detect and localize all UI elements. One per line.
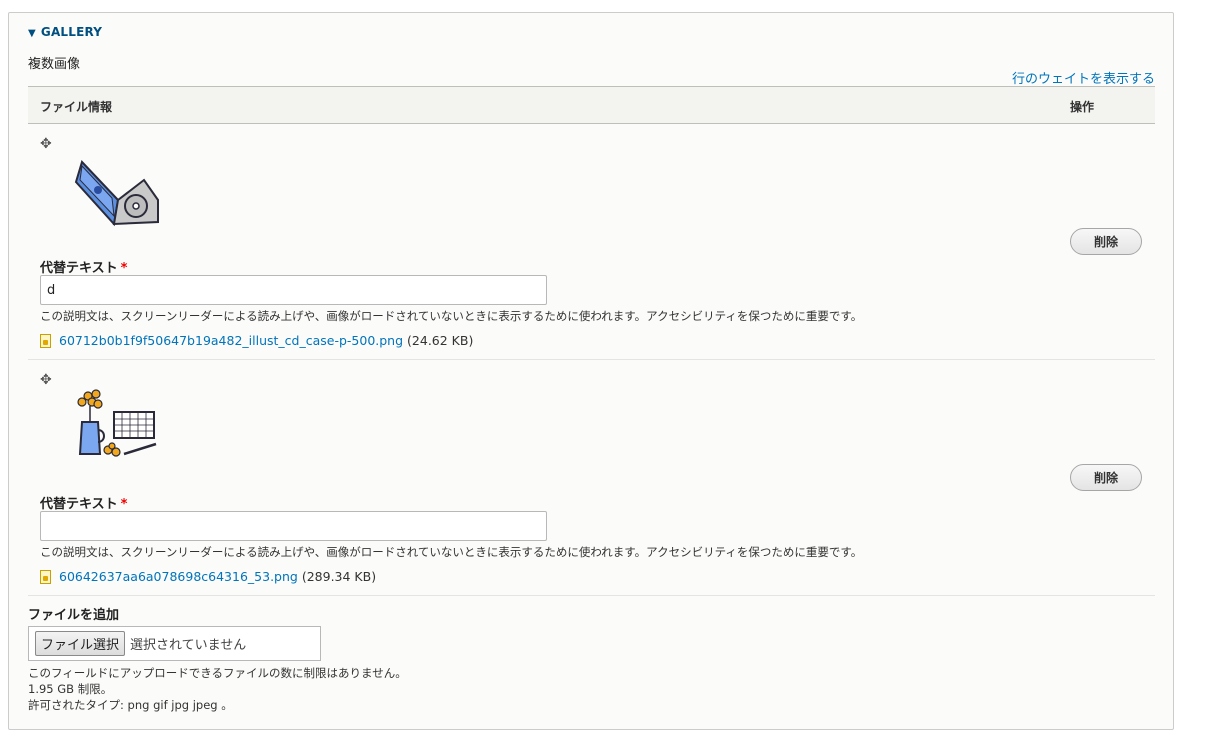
upload-help: このフィールドにアップロードできるファイルの数に制限はありません。 1.95 G… — [28, 665, 407, 713]
delete-button[interactable]: 削除 — [1070, 464, 1142, 491]
choose-file-button[interactable]: ファイル選択 — [35, 631, 126, 656]
no-file-selected-text: 選択されていません — [130, 638, 247, 653]
delete-button[interactable]: 削除 — [1070, 228, 1142, 255]
column-header-file-info: ファイル情報 — [40, 100, 113, 114]
required-marker: * — [120, 497, 128, 512]
drag-handle-icon[interactable]: ✥ — [40, 137, 52, 151]
flower-vase-thumbnail — [77, 389, 157, 457]
alt-text-label: 代替テキスト * — [40, 493, 127, 512]
file-upload-widget[interactable]: ファイル選択 選択されていません — [28, 626, 321, 661]
table-row: ✥ 削除 代替テキスト * この説明文は、スクリーンリーダーによる読み上げや、画… — [28, 360, 1155, 596]
add-file-section: ファイルを追加 ファイル選択 選択されていません このフィールドにアップロードで… — [28, 604, 407, 713]
file-info-line: 60712b0b1f9f50647b19a482_illust_cd_case-… — [40, 333, 473, 348]
file-link[interactable]: 60642637aa6a078698c64316_53.png — [59, 569, 298, 584]
alt-text-label-text: 代替テキスト — [40, 261, 118, 276]
alt-text-input[interactable] — [40, 511, 547, 541]
image-file-icon — [40, 569, 51, 584]
triangle-down-icon: ▼ — [28, 28, 36, 39]
file-link[interactable]: 60712b0b1f9f50647b19a482_illust_cd_case-… — [59, 333, 403, 348]
upload-help-limit-count: このフィールドにアップロードできるファイルの数に制限はありません。 — [28, 666, 407, 680]
image-file-icon — [40, 333, 51, 348]
upload-help-allowed-types: 許可されたタイプ: png gif jpg jpeg 。 — [28, 698, 233, 712]
files-table: ファイル情報 操作 ✥ 削除 代替テキスト* この説明文は、スクリーンリーダーに… — [28, 86, 1155, 596]
file-info-line: 60642637aa6a078698c64316_53.png (289.34 … — [40, 569, 376, 584]
file-size: (289.34 KB) — [301, 569, 377, 584]
alt-text-label-text: 代替テキスト — [40, 497, 118, 512]
show-row-weights-link[interactable]: 行のウェイトを表示する — [1012, 68, 1155, 87]
field-label: 複数画像 — [28, 57, 81, 72]
column-header-operations: 操作 — [1070, 100, 1095, 114]
gallery-fieldset: ▼ GALLERY 複数画像 行のウェイトを表示する ファイル情報 操作 ✥ 削除… — [8, 12, 1174, 730]
table-row: ✥ 削除 代替テキスト* この説明文は、スクリーンリーダーによる読み上げや、画像… — [28, 124, 1155, 360]
alt-text-input[interactable] — [40, 275, 547, 305]
table-header: ファイル情報 操作 — [28, 86, 1155, 124]
cd-case-thumbnail — [74, 160, 159, 227]
upload-help-size-limit: 1.95 GB 制限。 — [28, 682, 113, 696]
alt-text-label: 代替テキスト * — [40, 257, 127, 276]
alt-text-help: この説明文は、スクリーンリーダーによる読み上げや、画像がロードされていないときに… — [40, 545, 863, 559]
required-marker: * — [120, 261, 128, 276]
add-file-label: ファイルを追加 — [28, 608, 120, 623]
file-size: (24.62 KB) — [407, 333, 474, 348]
gallery-legend-toggle[interactable]: ▼ GALLERY — [28, 25, 102, 39]
alt-text-help: この説明文は、スクリーンリーダーによる読み上げや、画像がロードされていないときに… — [40, 309, 863, 323]
drag-handle-icon[interactable]: ✥ — [40, 373, 52, 387]
gallery-legend-text: GALLERY — [40, 25, 103, 39]
